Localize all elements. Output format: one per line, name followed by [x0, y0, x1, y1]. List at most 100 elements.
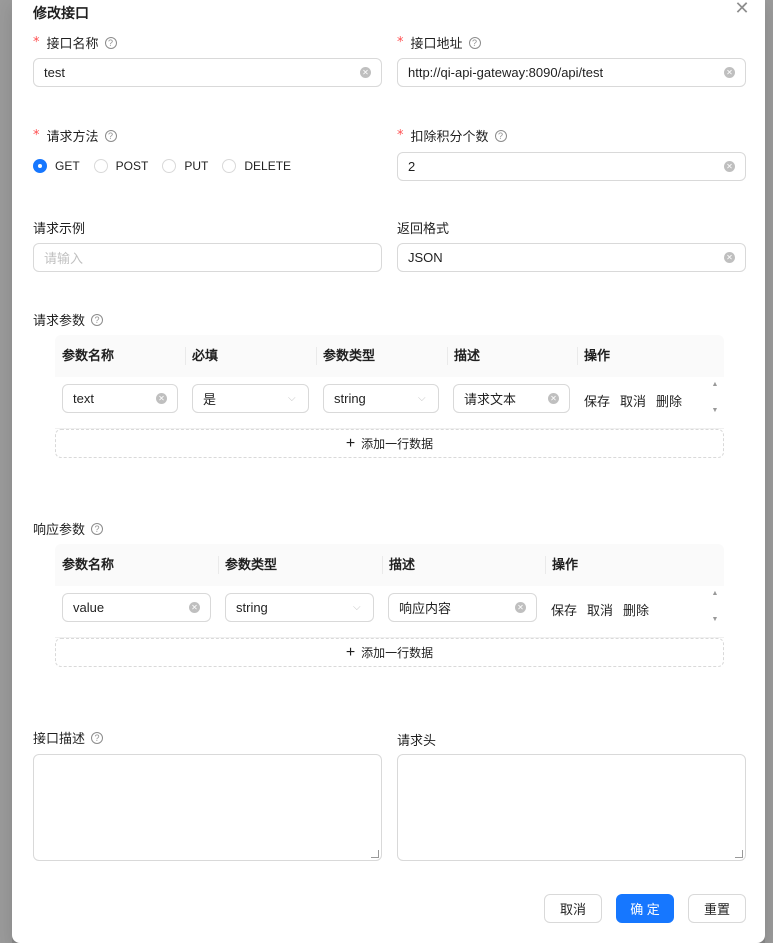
- param-desc-value: 响应内容: [399, 601, 452, 616]
- add-request-param-button[interactable]: + 添加一行数据: [55, 429, 724, 458]
- clear-icon[interactable]: ✕: [156, 393, 167, 404]
- add-row-label: 添加一行数据: [361, 646, 434, 660]
- clear-icon[interactable]: ✕: [724, 161, 735, 172]
- format-input[interactable]: JSON ✕: [397, 243, 746, 272]
- response-params-table: 参数名称 参数类型 描述 操作 value ✕ string ⌵ 响应内容 ✕ …: [55, 544, 724, 638]
- radio-label: GET: [55, 159, 80, 173]
- clear-icon[interactable]: ✕: [515, 602, 526, 613]
- param-name-input[interactable]: value ✕: [62, 593, 211, 622]
- radio-dot[interactable]: [93, 159, 108, 173]
- name-input[interactable]: test ✕: [33, 58, 382, 87]
- required-mark: *: [397, 35, 404, 50]
- points-label: * 扣除积分个数 ?: [397, 126, 507, 145]
- param-desc-input[interactable]: 请求文本 ✕: [453, 384, 570, 413]
- help-icon: ?: [468, 36, 481, 49]
- save-link[interactable]: 保存: [584, 391, 610, 410]
- delete-link[interactable]: 删除: [623, 600, 649, 619]
- method-radio-get[interactable]: GET: [33, 159, 80, 173]
- name-label-text: 接口名称: [46, 36, 99, 51]
- response-params-label: 响应参数 ?: [33, 519, 104, 538]
- scroll-down-icon[interactable]: ▼: [710, 407, 720, 414]
- table-row: value ✕ string ⌵ 响应内容 ✕ 保存 取消 删除 ▲ ▼: [55, 586, 724, 638]
- example-input[interactable]: 请输入: [33, 243, 382, 272]
- param-desc-input[interactable]: 响应内容 ✕: [388, 593, 537, 622]
- points-input-value: 2: [408, 159, 416, 174]
- save-link[interactable]: 保存: [551, 600, 577, 619]
- name-label: * 接口名称 ?: [33, 33, 117, 52]
- required-mark: *: [33, 35, 40, 50]
- column-header: 描述: [454, 348, 481, 363]
- plus-icon: +: [345, 643, 356, 661]
- param-name-value: text: [73, 391, 94, 406]
- help-icon: ?: [494, 129, 507, 142]
- radio-dot[interactable]: [162, 159, 177, 173]
- scroll-up-icon[interactable]: ▲: [710, 590, 720, 597]
- clear-icon[interactable]: ✕: [724, 252, 735, 263]
- headers-label-text: 请求头: [397, 733, 437, 748]
- confirm-button[interactable]: 确 定: [616, 894, 674, 923]
- column-header: 操作: [552, 557, 579, 572]
- column-header: 参数类型: [225, 557, 278, 572]
- example-label: 请求示例: [33, 218, 85, 237]
- cancel-link[interactable]: 取消: [620, 391, 646, 410]
- format-input-value: JSON: [408, 250, 443, 265]
- radio-dot-checked[interactable]: [33, 159, 47, 173]
- add-response-param-button[interactable]: + 添加一行数据: [55, 638, 724, 667]
- url-label-text: 接口地址: [410, 36, 463, 51]
- column-header: 操作: [584, 348, 611, 363]
- radio-label: DELETE: [244, 159, 292, 173]
- radio-label: PUT: [184, 159, 209, 173]
- method-radio-post[interactable]: POST: [93, 159, 148, 173]
- param-required-select[interactable]: 是 ⌵: [192, 384, 309, 413]
- table-row: text ✕ 是 ⌵ string ⌵ 请求文本 ✕ 保存 取消 删除 ▲ ▼: [55, 377, 724, 429]
- request-params-label-text: 请求参数: [33, 313, 86, 328]
- delete-link[interactable]: 删除: [656, 391, 682, 410]
- param-type-select[interactable]: string ⌵: [225, 593, 374, 622]
- resize-handle-icon[interactable]: [371, 850, 379, 858]
- description-label: 接口描述 ?: [33, 728, 104, 747]
- points-label-text: 扣除积分个数: [410, 129, 489, 144]
- example-input-placeholder: 请输入: [44, 251, 84, 266]
- add-row-label: 添加一行数据: [361, 437, 434, 451]
- param-type-value: string: [236, 600, 268, 615]
- format-label-text: 返回格式: [397, 221, 450, 236]
- request-params-table: 参数名称 必填 参数类型 描述 操作 text ✕ 是 ⌵ string ⌵ 请…: [55, 335, 724, 429]
- table-header: 参数名称 参数类型 描述 操作: [55, 544, 724, 586]
- clear-icon[interactable]: ✕: [548, 393, 559, 404]
- column-header: 参数名称: [62, 348, 115, 363]
- scroll-up-icon[interactable]: ▲: [710, 381, 720, 388]
- table-header: 参数名称 必填 参数类型 描述 操作: [55, 335, 724, 377]
- chevron-down-icon: ⌵: [353, 601, 361, 613]
- help-icon: ?: [91, 313, 104, 326]
- clear-icon[interactable]: ✕: [360, 67, 371, 78]
- name-input-value: test: [44, 65, 65, 80]
- headers-textarea[interactable]: [397, 754, 746, 861]
- request-params-label: 请求参数 ?: [33, 310, 104, 329]
- help-icon: ?: [104, 36, 117, 49]
- chevron-down-icon: ⌵: [418, 392, 426, 404]
- points-input[interactable]: 2 ✕: [397, 152, 746, 181]
- param-name-input[interactable]: text ✕: [62, 384, 178, 413]
- clear-icon[interactable]: ✕: [724, 67, 735, 78]
- resize-handle-icon[interactable]: [735, 850, 743, 858]
- reset-button[interactable]: 重置: [688, 894, 746, 923]
- scroll-down-icon[interactable]: ▼: [710, 616, 720, 623]
- radio-dot[interactable]: [222, 159, 237, 173]
- url-input[interactable]: http://qi-api-gateway:8090/api/test ✕: [397, 58, 746, 87]
- param-type-select[interactable]: string ⌵: [323, 384, 439, 413]
- required-mark: *: [397, 128, 404, 143]
- close-icon[interactable]: ✕: [732, 0, 752, 18]
- method-radio-delete[interactable]: DELETE: [222, 159, 291, 173]
- headers-label: 请求头: [397, 730, 436, 749]
- clear-icon[interactable]: ✕: [189, 602, 200, 613]
- method-label: * 请求方法 ?: [33, 126, 117, 145]
- modal-title: 修改接口: [33, 5, 89, 21]
- description-textarea[interactable]: [33, 754, 382, 861]
- help-icon: ?: [91, 731, 104, 744]
- help-icon: ?: [104, 129, 117, 142]
- cancel-button[interactable]: 取消: [544, 894, 602, 923]
- cancel-link[interactable]: 取消: [587, 600, 613, 619]
- column-header: 参数名称: [62, 557, 115, 572]
- chevron-down-icon: ⌵: [288, 392, 296, 404]
- method-radio-put[interactable]: PUT: [162, 159, 208, 173]
